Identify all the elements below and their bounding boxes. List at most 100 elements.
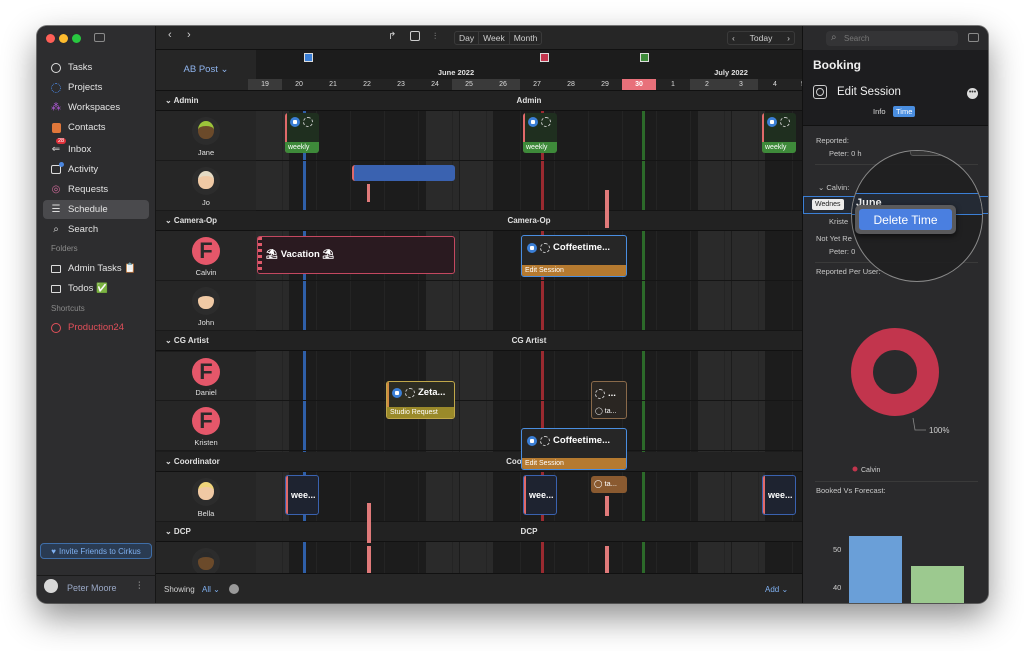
- avatar[interactable]: [192, 117, 220, 145]
- timezone-icon[interactable]: ↱: [388, 31, 396, 42]
- view-month-button[interactable]: Month: [508, 32, 542, 44]
- avatar[interactable]: [192, 478, 220, 506]
- tab-time[interactable]: Time: [893, 106, 916, 117]
- event-weekly[interactable]: weekly: [523, 113, 557, 153]
- avatar[interactable]: [192, 167, 220, 195]
- avatar[interactable]: [192, 548, 220, 573]
- day-header-1[interactable]: 1: [656, 79, 690, 90]
- person-cell[interactable]: F Kristen: [156, 401, 256, 451]
- more-options-icon[interactable]: [229, 584, 239, 594]
- person-cell[interactable]: Jo: [156, 161, 256, 211]
- session-clock-icon: [813, 85, 827, 99]
- filter-sliders-icon[interactable]: ⫶: [434, 31, 436, 42]
- avatar[interactable]: F: [192, 237, 220, 265]
- avatar[interactable]: [44, 579, 58, 593]
- day-header-26[interactable]: 26: [486, 79, 520, 90]
- event-weekly[interactable]: weekly: [285, 113, 319, 153]
- back-icon[interactable]: ‹: [168, 29, 172, 41]
- event-vacation[interactable]: ⛱ Vacation ⛱: [257, 236, 455, 274]
- showing-filter-dropdown[interactable]: All ⌄: [202, 585, 220, 594]
- view-day-button[interactable]: Day: [455, 32, 478, 44]
- event-small[interactable]: ... ◯ ta...: [591, 381, 627, 419]
- event-coffeetime[interactable]: Coffeetime... Edit Session: [521, 428, 627, 470]
- prev-period-icon[interactable]: ‹: [732, 33, 735, 43]
- user-name[interactable]: Peter Moore: [67, 583, 117, 593]
- event-weekly[interactable]: weekly: [762, 113, 796, 153]
- more-icon[interactable]: •••: [967, 88, 978, 99]
- event-wee[interactable]: wee...: [762, 475, 796, 515]
- day-header-28[interactable]: 28: [554, 79, 588, 90]
- schedule-icon: ☰: [51, 204, 61, 215]
- folder-item-admin-tasks[interactable]: Admin Tasks 📋: [43, 259, 149, 278]
- sidebar-item-workspaces[interactable]: ⁂ Workspaces: [43, 98, 149, 117]
- avatar[interactable]: F: [192, 358, 220, 386]
- person-cell[interactable]: Bella: [156, 472, 256, 522]
- event-ta[interactable]: ◯ ta...: [591, 476, 627, 493]
- avatar[interactable]: F: [192, 407, 220, 435]
- day-header-27[interactable]: 27: [520, 79, 554, 90]
- day-header-2[interactable]: 2: [690, 79, 724, 90]
- add-dropdown-button[interactable]: Add ⌄: [765, 585, 788, 594]
- sidebar-item-schedule[interactable]: ☰ Schedule: [43, 200, 149, 219]
- calvin-group[interactable]: ⌄ Calvin:: [818, 183, 849, 192]
- event-bar-blue[interactable]: [352, 165, 455, 181]
- sidebar-item-search[interactable]: ⌕ Search: [43, 220, 149, 239]
- day-header-29[interactable]: 29: [588, 79, 622, 90]
- person-cell[interactable]: Jane: [156, 111, 256, 161]
- forward-icon[interactable]: ›: [187, 29, 191, 41]
- sidebar-item-requests[interactable]: ◎ Requests: [43, 180, 149, 199]
- day-header-4[interactable]: 4: [758, 79, 792, 90]
- event-coffeetime[interactable]: Coffeetime... Edit Session: [521, 235, 627, 277]
- avatar[interactable]: [192, 287, 220, 315]
- day-header-3[interactable]: 3: [724, 79, 758, 90]
- marker-flag-icon[interactable]: [640, 53, 649, 62]
- shortcut-item-production24[interactable]: Production24: [43, 318, 149, 337]
- calendar-icon[interactable]: [410, 31, 420, 41]
- group-header[interactable]: ⌄ DCP DCP: [156, 522, 802, 542]
- person-cell[interactable]: John: [156, 281, 256, 331]
- sidebar-toggle-icon[interactable]: [94, 33, 105, 42]
- schedule-selector[interactable]: AB Post ⌄: [156, 64, 256, 75]
- day-header-21[interactable]: 21: [316, 79, 350, 90]
- view-week-button[interactable]: Week: [478, 32, 509, 44]
- day-header-25[interactable]: 25: [452, 79, 486, 90]
- day-header-22[interactable]: 22: [350, 79, 384, 90]
- marker-flag-icon[interactable]: [540, 53, 549, 62]
- next-period-icon[interactable]: ›: [787, 33, 790, 43]
- folder-item-todos[interactable]: Todos ✅: [43, 279, 149, 298]
- day-header-20[interactable]: 20: [282, 79, 316, 90]
- zoom-window-button[interactable]: [72, 34, 81, 43]
- group-header[interactable]: ⌄ CG Artist CG Artist: [156, 331, 802, 351]
- group-header-label: ⌄ Coordinator: [165, 457, 220, 466]
- sidebar-item-activity[interactable]: Activity: [43, 160, 149, 179]
- person-cell[interactable]: F Calvin: [156, 231, 256, 281]
- person-cell[interactable]: [156, 542, 256, 573]
- day-header-24[interactable]: 24: [418, 79, 452, 90]
- day-header-30[interactable]: 30: [622, 79, 656, 90]
- event-wee[interactable]: wee...: [285, 475, 319, 515]
- search-input[interactable]: ⌕ Search: [826, 31, 958, 46]
- person-cell[interactable]: F Daniel: [156, 352, 256, 401]
- settings-sliders-icon[interactable]: ⫶: [138, 581, 141, 592]
- day-header-19[interactable]: 19: [248, 79, 282, 90]
- event-wee[interactable]: wee...: [523, 475, 557, 515]
- status-dashed-circle-icon: [303, 117, 313, 127]
- legend-dot: [852, 466, 858, 472]
- sidebar-item-projects[interactable]: Projects: [43, 78, 149, 97]
- invite-friends-button[interactable]: ♥ Invite Friends to Cirkus: [40, 543, 152, 559]
- day-header-23[interactable]: 23: [384, 79, 418, 90]
- close-window-button[interactable]: [46, 34, 55, 43]
- group-header[interactable]: ⌄ Admin Admin: [156, 91, 802, 111]
- minimize-window-button[interactable]: [59, 34, 68, 43]
- event-zeta[interactable]: Zeta... Studio Request: [386, 381, 455, 419]
- inspector-toggle-icon[interactable]: [968, 33, 979, 42]
- sidebar-item-contacts[interactable]: Contacts: [43, 118, 149, 137]
- delete-time-menu-item[interactable]: Delete Time: [859, 209, 952, 230]
- tab-info[interactable]: Info: [873, 107, 886, 116]
- group-header[interactable]: ⌄ Camera-Op Camera-Op: [156, 211, 802, 231]
- marker-flag-icon[interactable]: [304, 53, 313, 62]
- sidebar-item-tasks[interactable]: Tasks: [43, 58, 149, 77]
- group-header[interactable]: ⌄ CoordinatorCoordinator: [156, 452, 802, 472]
- sidebar-item-inbox[interactable]: ⇐ 28 Inbox: [43, 137, 149, 159]
- today-button[interactable]: Today: [750, 33, 773, 43]
